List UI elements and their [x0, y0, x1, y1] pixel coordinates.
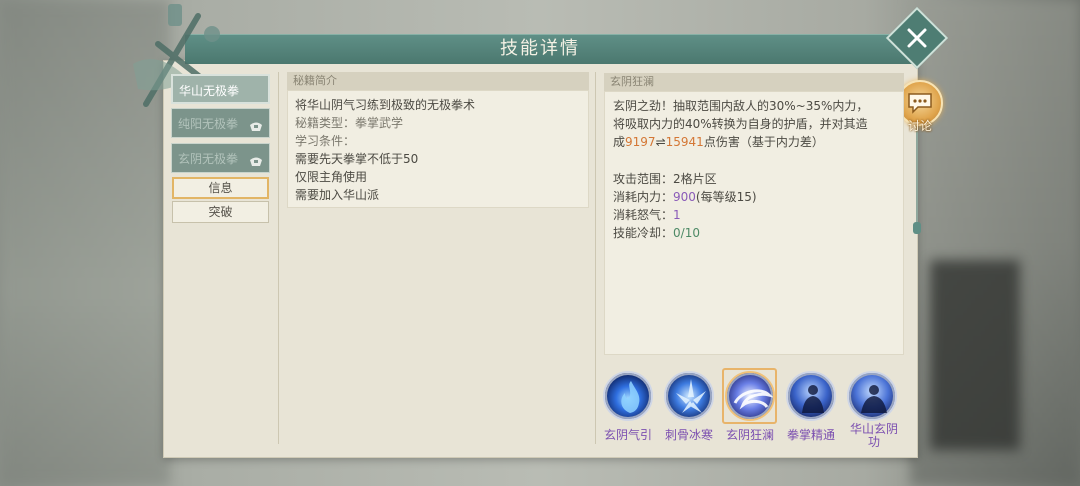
manual-panel-header: 秘籍简介 — [287, 72, 589, 90]
stat-label: 消耗内力： — [613, 190, 674, 204]
skill-icon-xuanyin-kuanglan[interactable] — [725, 371, 775, 421]
skill-icon-cigu-binghan[interactable] — [664, 371, 714, 421]
breakthrough-button[interactable]: 突破 — [172, 201, 269, 223]
stat-value: 2格片区 — [673, 172, 717, 186]
manual-requirement: 仅限主角使用 — [295, 170, 368, 184]
damage-min: 9197 — [625, 135, 656, 149]
damage-separator: ⇌ — [655, 135, 666, 149]
stat-range: 攻击范围：2格片区 — [613, 170, 717, 188]
dialog-title: 技能详情 — [500, 38, 580, 59]
stat-label: 消耗怒气： — [613, 208, 674, 222]
manual-requirement: 需要先天拳掌不低于50 — [295, 152, 419, 166]
skill-name: 玄阴气引 — [603, 428, 652, 442]
info-button[interactable]: 信息 — [172, 177, 269, 199]
lock-icon — [250, 122, 262, 131]
stat-neili: 消耗内力：900(每等级15) — [613, 188, 757, 206]
skill-name: 华山玄阴功 — [849, 422, 898, 449]
damage-max: 15941 — [665, 135, 704, 149]
skill-tab-label: 玄阴无极拳 — [178, 152, 239, 166]
skill-name: 拳掌精通 — [786, 428, 835, 442]
skill-icon-quanzhang-jingtong[interactable] — [786, 371, 836, 421]
close-icon[interactable] — [895, 16, 939, 60]
skill-icon-huashan-xuanyin-gong[interactable] — [847, 371, 897, 421]
manual-type: 秘籍类型：拳掌武学 — [295, 116, 404, 130]
skill-tab-label: 纯阳无极拳 — [178, 117, 239, 131]
skill-name: 刺骨冰寒 — [664, 428, 713, 442]
background-shadow — [930, 260, 1020, 450]
chat-bubble-icon — [908, 93, 932, 114]
hanging-cord — [916, 126, 918, 226]
skill-tab-chunyang[interactable]: 纯阳无极拳 — [171, 108, 270, 138]
cord-knot — [913, 222, 921, 234]
column-divider — [595, 72, 596, 444]
stat-label: 攻击范围： — [613, 172, 674, 186]
manual-description: 将华山阴气习练到极致的无极拳术 — [295, 98, 476, 112]
skill-tab-xuanyin[interactable]: 玄阴无极拳 — [171, 143, 270, 173]
stat-nuqi: 消耗怒气：1 — [613, 206, 681, 224]
column-divider — [278, 72, 279, 444]
desc-prefix: 成 — [613, 135, 626, 149]
stat-value: 1 — [673, 208, 681, 222]
manual-requirement: 需要加入华山派 — [295, 188, 380, 202]
skill-tab-label: 华山无极拳 — [179, 84, 240, 98]
skill-description-line: 成9197⇌15941点伤害（基于内力差） — [613, 133, 824, 151]
skill-name: 玄阴狂澜 — [725, 428, 774, 442]
stat-value: 900 — [673, 190, 696, 204]
stat-label: 技能冷却： — [613, 226, 674, 240]
stat-cooldown: 技能冷却：0/10 — [613, 224, 700, 242]
stat-value: 0/10 — [673, 226, 700, 240]
skill-description-line: 将吸取内力的40%转换为自身的护盾，并对其造 — [613, 117, 868, 131]
manual-requirements-label: 学习条件： — [295, 134, 356, 148]
skill-icon-xuanyin-qiyin[interactable] — [603, 371, 653, 421]
stat-suffix: (每等级15) — [695, 190, 757, 204]
desc-suffix: 点伤害（基于内力差） — [703, 135, 824, 149]
skill-tab-huashan[interactable]: 华山无极拳 — [171, 74, 270, 104]
skill-panel-header: 玄阴狂澜 — [604, 73, 904, 91]
skill-description-line: 玄阴之劲！抽取范围内敌人的30%~35%内力， — [613, 99, 869, 113]
lock-icon — [250, 157, 262, 166]
